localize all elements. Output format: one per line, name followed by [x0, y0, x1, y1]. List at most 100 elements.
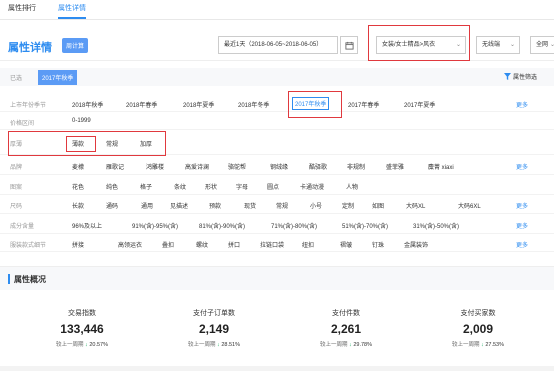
title-bar: 属性详情 周计算 最近1天（2018-06-05~2018-06-05） 女装/… [0, 25, 554, 61]
filter-option[interactable]: 金属装饰 [404, 240, 428, 249]
metric-label: 支付件数 [332, 310, 360, 317]
channel-value: 无线端 [482, 42, 501, 48]
filter-option[interactable]: 2017年夏季 [404, 100, 435, 109]
filter-option[interactable]: 2018年冬季 [238, 100, 269, 109]
highlight-box-category [368, 25, 470, 61]
calendar-button[interactable] [340, 36, 358, 54]
filter-option[interactable]: 2017年春季 [348, 100, 379, 109]
more-link[interactable]: 更多 [516, 100, 528, 109]
highlight-box-season [288, 91, 342, 118]
filter-option[interactable]: 格子 [140, 182, 152, 191]
filter-option[interactable]: 小号 [310, 201, 322, 210]
filter-option[interactable]: 现货 [244, 201, 256, 210]
filter-option[interactable]: 81%(含)-90%(含) [199, 221, 245, 230]
filter-option[interactable]: 盛菲雅 [386, 162, 404, 171]
metric-card: 交易指数 133,446 较上一周期 ↓ 20.57% [22, 300, 142, 348]
channel-select[interactable]: 无线端 ⌄ [476, 36, 520, 54]
more-link[interactable]: 更多 [516, 162, 528, 171]
filter-option[interactable]: 雁歌记 [106, 162, 124, 171]
filter-option[interactable]: 酷驿歌 [309, 162, 327, 171]
filter-row: 品牌 麦檬 雁歌记 鸿雕楼 高爱诗澜 骆鸵帮 钢绒缘 酷驿歌 非规制 盛菲雅 麋菁 xiaxi 更多 [0, 155, 554, 175]
filter-option[interactable]: 2018年秋季 [72, 100, 103, 109]
compare-percent: 28.51% [221, 342, 240, 348]
filter-row: 成分含量 96%及以上 91%(含)-95%(含) 81%(含)-90%(含) 71%(… [0, 214, 554, 234]
arrow-down-icon: ↓ [349, 342, 352, 348]
filter-option[interactable]: 见描述 [170, 201, 188, 210]
filter-option[interactable]: 麦檬 [72, 162, 84, 171]
filter-option[interactable]: 通码 [106, 201, 118, 210]
selected-bar: 已选 2017年秋季 属性筛选 [0, 68, 554, 86]
filter-option[interactable]: 长款 [72, 201, 84, 210]
tab-attribute-detail[interactable]: 属性详情 [58, 0, 86, 19]
filter-option[interactable]: 如图 [372, 201, 384, 210]
overview-header: 属性概况 [0, 266, 554, 290]
arrow-down-icon: ↓ [217, 342, 220, 348]
filter-option[interactable]: 拼口 [228, 240, 240, 249]
filter-icon [504, 73, 511, 80]
compare-label: 较上一周期 [56, 342, 84, 348]
chevron-down-icon: ⌄ [549, 42, 554, 48]
more-link[interactable]: 更多 [516, 240, 528, 249]
filter-option[interactable]: 高领运衣 [118, 240, 142, 249]
filter-option[interactable]: 钉珠 [372, 240, 384, 249]
filter-option[interactable]: 通用 [141, 201, 153, 210]
filter-option[interactable]: 麋菁 xiaxi [428, 162, 454, 171]
compare-label: 较上一周期 [188, 342, 216, 348]
filter-row: 价格区间 0-1999 [0, 112, 554, 130]
filter-option[interactable]: 91%(含)-95%(含) [132, 221, 178, 230]
filter-option[interactable]: 纯色 [106, 182, 118, 191]
filter-option[interactable]: 2018年夏季 [183, 100, 214, 109]
filter-option[interactable]: 预款 [209, 201, 221, 210]
filter-option[interactable]: 大码XL [406, 201, 425, 210]
filter-option[interactable]: 51%(含)-70%(含) [342, 221, 388, 230]
filter-option[interactable]: 钢绒缘 [270, 162, 288, 171]
filter-option[interactable]: 31%(含)-50%(含) [413, 221, 459, 230]
filter-option[interactable]: 71%(含)-80%(含) [271, 221, 317, 230]
metric-compare: 较上一周期 ↓ 29.78% [286, 340, 406, 348]
calendar-icon [344, 41, 354, 50]
highlight-box-thin [66, 136, 96, 152]
metric-value: 2,009 [462, 322, 494, 336]
filter-option[interactable]: 骆鸵帮 [228, 162, 246, 171]
more-link[interactable]: 更多 [516, 201, 528, 210]
filter-option[interactable]: 2018年春季 [126, 100, 157, 109]
compare-label: 较上一周期 [452, 342, 480, 348]
filter-option[interactable]: 褶皱 [340, 240, 352, 249]
metric-compare: 较上一周期 ↓ 20.57% [22, 340, 142, 348]
filter-option[interactable]: 拼接 [72, 240, 84, 249]
metric-compare: 较上一周期 ↓ 27.53% [418, 340, 538, 348]
filter-option[interactable]: 定制 [342, 201, 354, 210]
metric-label: 支付买家数 [460, 310, 496, 317]
filter-option[interactable]: 常规 [276, 201, 288, 210]
filter-option[interactable]: 圆点 [267, 182, 279, 191]
scope-select[interactable]: 全网 ⌄ [530, 36, 554, 54]
compare-percent: 27.53% [485, 342, 504, 348]
metric-card: 支付件数 2,261 较上一周期 ↓ 29.78% [286, 300, 406, 348]
arrow-down-icon: ↓ [85, 342, 88, 348]
filter-option[interactable]: 96%及以上 [72, 221, 102, 230]
filter-option[interactable]: 非规制 [347, 162, 365, 171]
filter-option[interactable]: 纽扣 [302, 240, 314, 249]
more-link[interactable]: 更多 [516, 221, 528, 230]
filter-option[interactable]: 形状 [205, 182, 217, 191]
metric-value: 2,261 [330, 322, 362, 336]
chevron-down-icon: ⌄ [509, 42, 515, 48]
filter-option[interactable]: 人物 [346, 182, 358, 191]
tab-attribute-ranking[interactable]: 属性排行 [8, 0, 36, 19]
filter-row-label: 图案 [10, 185, 23, 191]
filter-option[interactable]: 叠扣 [162, 240, 174, 249]
filter-option[interactable]: 高爱诗澜 [185, 162, 209, 171]
filter-option[interactable]: 鸿雕楼 [146, 162, 164, 171]
filter-option[interactable]: 条纹 [174, 182, 186, 191]
filter-option[interactable]: 0-1999 [72, 118, 91, 124]
filter-option[interactable]: 螺纹 [196, 240, 208, 249]
selected-chip[interactable]: 2017年秋季 [38, 70, 78, 85]
filter-option[interactable]: 大码6XL [458, 201, 481, 210]
attribute-filter-button[interactable]: 属性筛选 [504, 72, 537, 81]
filter-option[interactable]: 字母 [236, 182, 248, 191]
filter-option[interactable]: 花色 [72, 182, 84, 191]
date-range-select[interactable]: 最近1天（2018-06-05~2018-06-05） [218, 36, 338, 54]
filter-option[interactable]: 卡通动漫 [300, 182, 324, 191]
metric-label: 支付子订单数 [193, 310, 235, 317]
filter-option[interactable]: 拉链口袋 [260, 240, 284, 249]
